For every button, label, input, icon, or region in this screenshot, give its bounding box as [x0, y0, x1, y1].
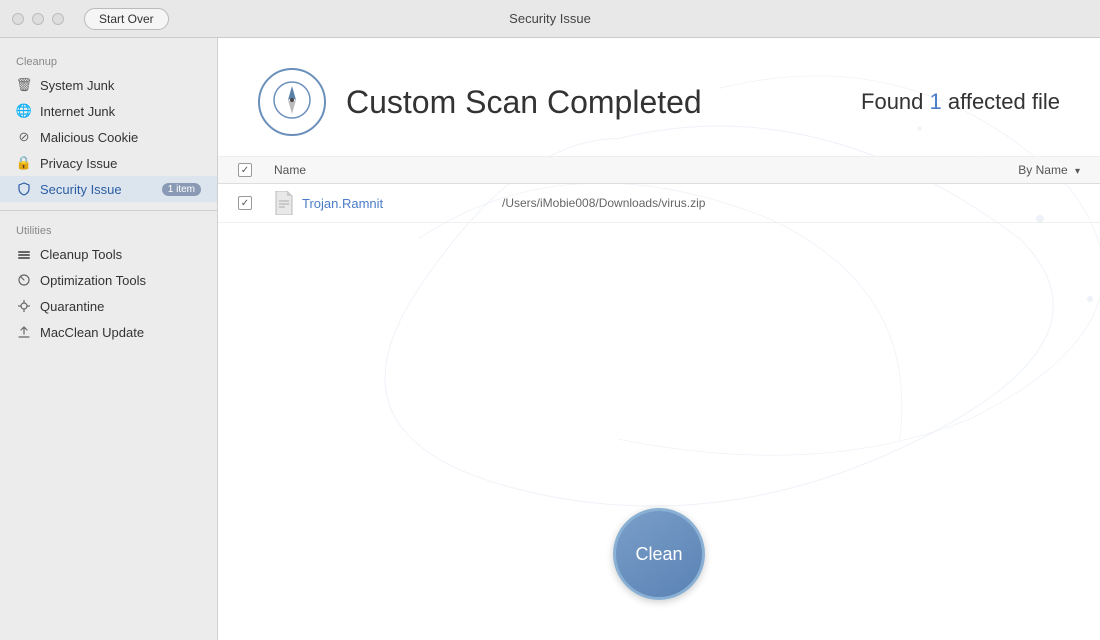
- fullscreen-button[interactable]: [52, 13, 64, 25]
- file-name: Trojan.Ramnit: [302, 196, 462, 211]
- clean-button-area: Clean: [613, 508, 705, 600]
- content-area: Custom Scan Completed Found 1 affected f…: [218, 38, 1100, 640]
- found-info: Found 1 affected file: [861, 89, 1060, 115]
- sidebar-item-privacy-issue[interactable]: 🔒 Privacy Issue: [0, 150, 217, 176]
- sidebar-item-security-issue[interactable]: Security Issue 1 item: [0, 176, 217, 202]
- start-over-button[interactable]: Start Over: [84, 8, 169, 30]
- sidebar-item-label: Optimization Tools: [40, 273, 146, 288]
- sidebar-item-internet-junk[interactable]: 🌐 Internet Junk: [0, 98, 217, 124]
- sidebar-item-label: Internet Junk: [40, 104, 115, 119]
- trash-icon: 🗑: [16, 77, 32, 93]
- sidebar-item-label: Quarantine: [40, 299, 104, 314]
- traffic-lights: [12, 13, 64, 25]
- scan-title: Custom Scan Completed: [346, 84, 861, 121]
- found-prefix: Found: [861, 89, 930, 114]
- upload-icon: [16, 324, 32, 340]
- titlebar: Start Over Security Issue: [0, 0, 1100, 38]
- close-button[interactable]: [12, 13, 24, 25]
- sidebar-item-cleanup-tools[interactable]: Cleanup Tools: [0, 241, 217, 267]
- sidebar-item-system-junk[interactable]: 🗑 System Junk: [0, 72, 217, 98]
- compass-inner: [272, 80, 312, 125]
- tools-icon: [16, 246, 32, 262]
- file-path: /Users/iMobie008/Downloads/virus.zip: [502, 196, 705, 210]
- virus-icon: [16, 298, 32, 314]
- warning-circle-icon: ⊘: [16, 129, 32, 145]
- main-layout: Cleanup 🗑 System Junk 🌐 Internet Junk ⊘ …: [0, 38, 1100, 640]
- found-count: 1: [930, 89, 942, 114]
- sidebar-item-macclean-update[interactable]: MacClean Update: [0, 319, 217, 345]
- compass-icon: [258, 68, 326, 136]
- security-issue-badge: 1 item: [162, 183, 201, 196]
- found-suffix: affected file: [942, 89, 1060, 114]
- sidebar-item-label: Malicious Cookie: [40, 130, 138, 145]
- col-name-header: Name: [274, 163, 1018, 177]
- file-icon: [274, 191, 294, 215]
- select-all-checkbox[interactable]: [238, 163, 252, 177]
- sidebar-item-malicious-cookie[interactable]: ⊘ Malicious Cookie: [0, 124, 217, 150]
- sort-button[interactable]: By Name ▾: [1018, 163, 1080, 177]
- sidebar: Cleanup 🗑 System Junk 🌐 Internet Junk ⊘ …: [0, 38, 218, 640]
- row-checkbox-box[interactable]: [238, 196, 252, 210]
- sidebar-item-optimization-tools[interactable]: Optimization Tools: [0, 267, 217, 293]
- utilities-section-label: Utilities: [0, 219, 217, 241]
- table-header: Name By Name ▾: [218, 157, 1100, 184]
- sidebar-divider: [0, 210, 217, 211]
- header-checkbox[interactable]: [238, 163, 262, 177]
- sidebar-item-label: Cleanup Tools: [40, 247, 122, 262]
- cleanup-section-label: Cleanup: [0, 50, 217, 72]
- sidebar-item-quarantine[interactable]: Quarantine: [0, 293, 217, 319]
- shield-icon: [16, 181, 32, 197]
- minimize-button[interactable]: [32, 13, 44, 25]
- globe-icon: 🌐: [16, 103, 32, 119]
- window-title: Security Issue: [509, 11, 591, 26]
- sidebar-item-label: Security Issue: [40, 182, 122, 197]
- sort-arrow-icon: ▾: [1075, 166, 1080, 177]
- table-row: Trojan.Ramnit /Users/iMobie008/Downloads…: [218, 184, 1100, 223]
- sidebar-item-label: MacClean Update: [40, 325, 144, 340]
- sidebar-item-label: Privacy Issue: [40, 156, 117, 171]
- gauge-icon: [16, 272, 32, 288]
- lock-icon: 🔒: [16, 155, 32, 171]
- clean-button[interactable]: Clean: [613, 508, 705, 600]
- sidebar-item-label: System Junk: [40, 78, 114, 93]
- row-checkbox[interactable]: [238, 196, 262, 210]
- scan-header: Custom Scan Completed Found 1 affected f…: [218, 38, 1100, 157]
